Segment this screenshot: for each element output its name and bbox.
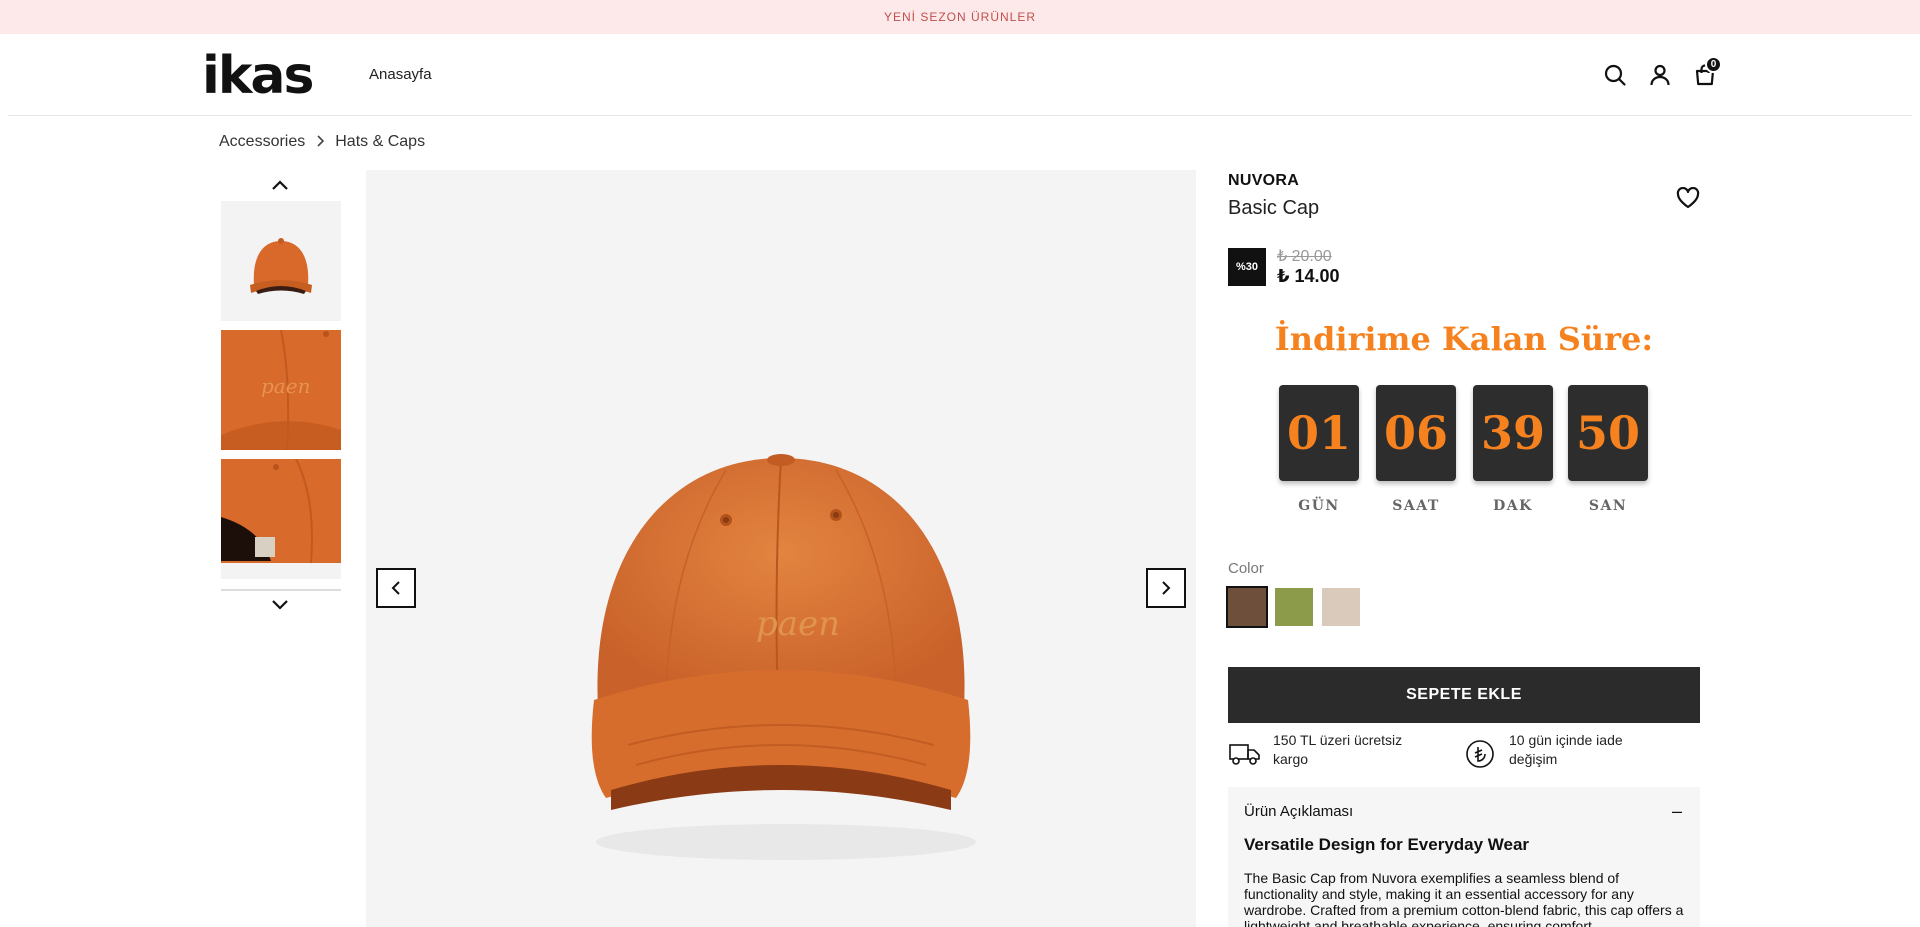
add-to-cart-button[interactable]: SEPETE EKLE [1228, 667, 1700, 723]
countdown-minutes-label: DAK [1493, 498, 1533, 514]
old-price: ₺ 20.00 [1277, 248, 1332, 265]
collapse-icon[interactable]: – [1672, 801, 1682, 822]
search-icon[interactable] [1600, 60, 1630, 90]
countdown-minutes-value: 39 [1473, 385, 1553, 481]
announcement-bar: YENİ SEZON ÜRÜNLER [0, 0, 1920, 34]
product-brand[interactable]: NUVORA [1228, 172, 1299, 190]
announcement-text: YENİ SEZON ÜRÜNLER [883, 10, 1037, 24]
bag-icon[interactable]: 0 [1690, 56, 1722, 90]
countdown-seconds-label: SAN [1588, 498, 1628, 514]
chevron-right-icon [315, 134, 325, 150]
heart-icon[interactable] [1672, 182, 1704, 214]
color-swatch-olive[interactable] [1275, 588, 1313, 626]
color-swatch-brown[interactable] [1226, 586, 1268, 628]
svg-text:paen: paen [756, 604, 840, 644]
countdown-hours-label: SAAT [1392, 498, 1440, 514]
free-shipping-text: 150 TL üzeri ücretsiz kargo [1273, 732, 1403, 767]
return-policy-text: 10 gün içinde iade değişim [1509, 732, 1623, 767]
chevron-down-icon[interactable] [268, 593, 292, 617]
svg-text:paen: paen [261, 374, 310, 398]
current-price: ₺ 14.00 [1277, 266, 1340, 286]
product-title: Basic Cap [1228, 197, 1320, 219]
site-header: ikas Anasayfa 0 [8, 34, 1912, 116]
logo[interactable]: ikas [202, 50, 314, 102]
lira-icon [1463, 738, 1497, 770]
next-image-button[interactable] [1146, 568, 1186, 608]
color-label: Color [1228, 560, 1264, 577]
nav-link-home[interactable]: Anasayfa [369, 66, 432, 83]
thumbnail-image[interactable] [221, 459, 341, 579]
description-heading[interactable]: Ürün Açıklaması [1244, 803, 1353, 820]
description-subtitle: Versatile Design for Everyday Wear [1244, 835, 1530, 854]
thumbnail-image[interactable] [221, 201, 341, 321]
thumbnail-image[interactable]: paen [221, 330, 341, 450]
description-body: The Basic Cap from Nuvora exemplifies a … [1244, 870, 1684, 927]
description-panel: Ürün Açıklaması – Versatile Design for E… [1228, 787, 1700, 927]
breadcrumb-accessories[interactable]: Accessories [219, 133, 305, 151]
chevron-up-icon[interactable] [268, 173, 292, 197]
countdown-title: İndirime Kalan Süre: [1274, 320, 1654, 358]
prev-image-button[interactable] [376, 568, 416, 608]
main-product-image: paen [366, 170, 1196, 927]
countdown-hours-value: 06 [1376, 385, 1456, 481]
thumbnail-scroll-indicator [221, 589, 341, 591]
breadcrumb: Accessories Hats & Caps [219, 133, 425, 151]
countdown-days-label: GÜN [1298, 498, 1340, 514]
countdown-days-value: 01 [1279, 385, 1359, 481]
countdown-seconds-value: 50 [1568, 385, 1648, 481]
breadcrumb-hats-caps[interactable]: Hats & Caps [335, 133, 425, 151]
truck-icon [1228, 738, 1262, 770]
discount-badge: %30 [1228, 248, 1266, 286]
color-swatch-beige[interactable] [1322, 588, 1360, 626]
user-icon[interactable] [1645, 60, 1675, 90]
cart-count-badge: 0 [1705, 56, 1722, 73]
